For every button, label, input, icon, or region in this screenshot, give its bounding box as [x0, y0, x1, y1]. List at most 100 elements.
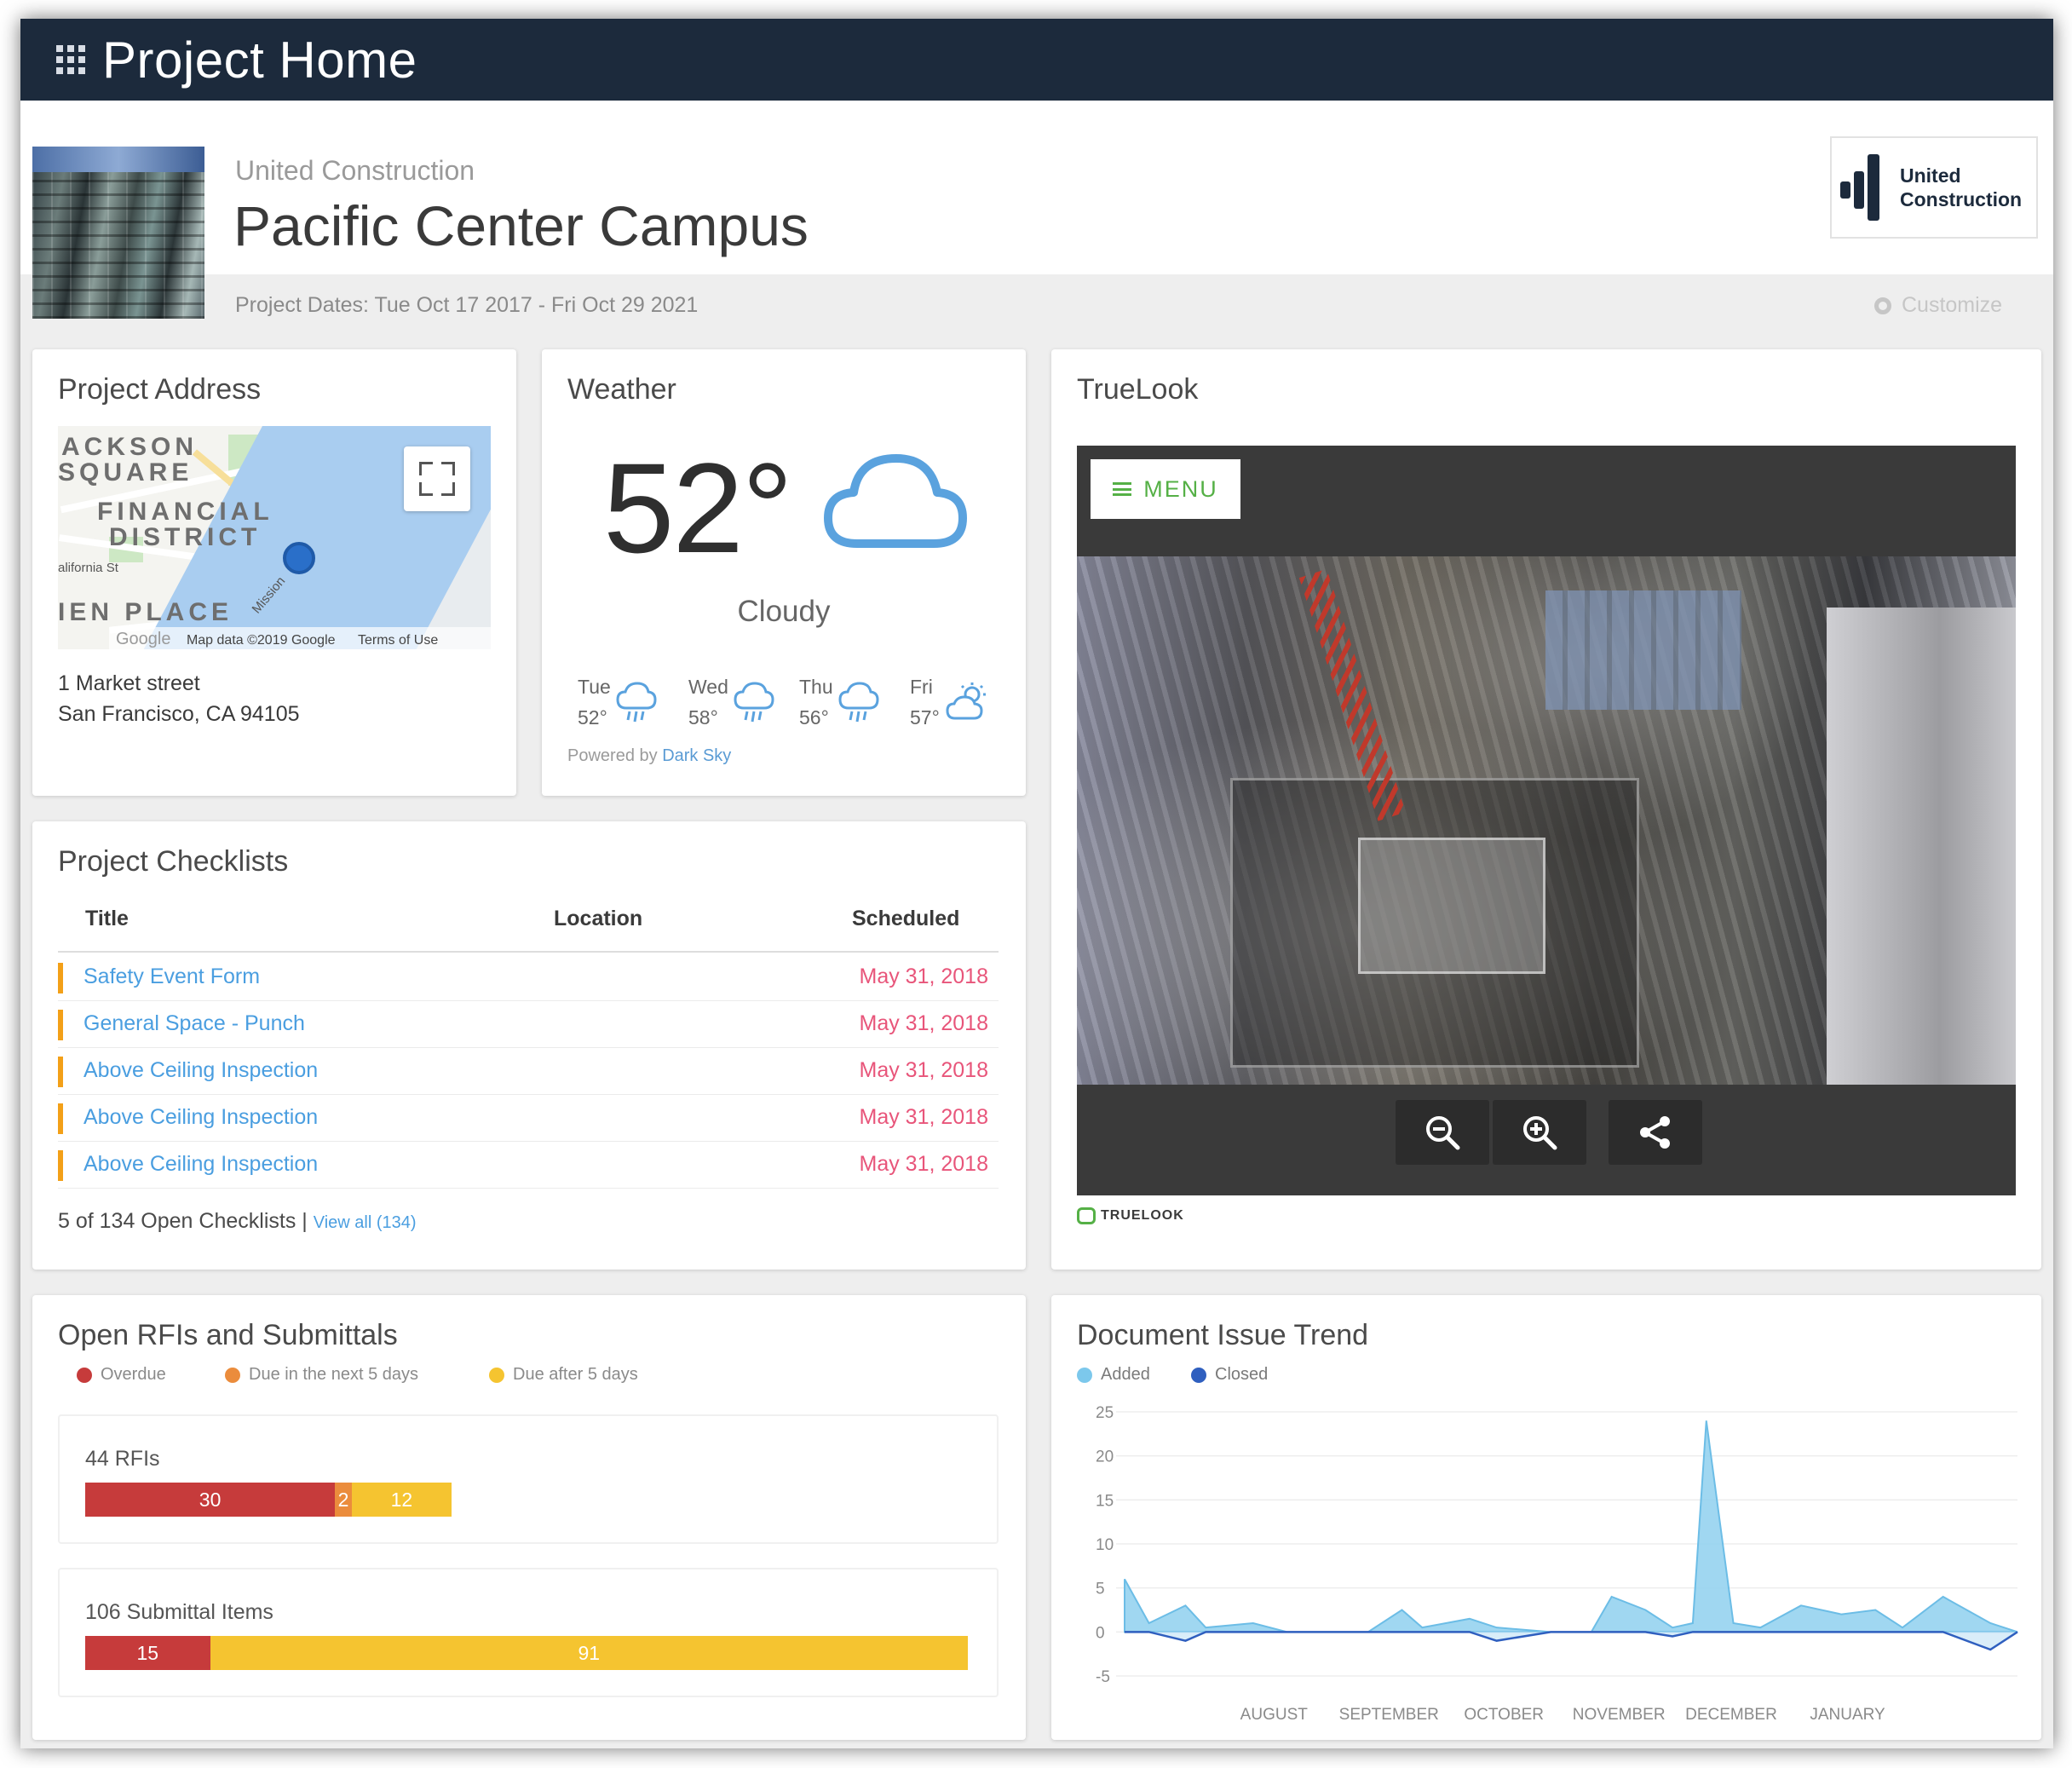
zoom-in-icon [1523, 1116, 1557, 1150]
page-frame: Project Home United Construction Pacific… [20, 19, 2053, 1748]
truelook-menu-button[interactable]: MENU [1091, 459, 1240, 519]
checklist-scheduled-date: May 31, 2018 [859, 1105, 989, 1129]
column-header-scheduled[interactable]: Scheduled [852, 907, 959, 931]
forecast-day: Fri 57° [910, 671, 1002, 733]
status-bar [58, 963, 63, 993]
series-closed-line[interactable] [1125, 1631, 2018, 1651]
camera-controls [1396, 1100, 1706, 1165]
map-label: ACKSON [61, 433, 199, 461]
truelook-camera-view[interactable]: MENU [1077, 446, 2016, 1195]
series-added-area[interactable] [1124, 1420, 2018, 1633]
truelook-title: TrueLook [1077, 373, 1199, 406]
legend-dot [77, 1367, 92, 1383]
legend-dot [225, 1367, 240, 1383]
company-logo-mark [1840, 149, 1891, 226]
forecast-day: Tue 52° [578, 671, 670, 733]
map-data-text: Map data ©2019 Google [186, 633, 336, 648]
powered-by-prefix: Powered by [567, 746, 658, 765]
construction-camera-image [1077, 556, 2016, 1085]
address-line-2: San Francisco, CA 94105 [58, 702, 300, 726]
checklist-title-link[interactable]: Safety Event Form [83, 965, 260, 989]
column-header-location[interactable]: Location [554, 907, 642, 931]
logo-line-1: United [1900, 164, 1961, 187]
table-row[interactable]: Above Ceiling Inspection May 31, 2018 [58, 1142, 999, 1189]
status-bar [58, 1057, 63, 1087]
submittals-count-label: 106 Submittal Items [85, 1600, 273, 1624]
project-checklists-card: Project Checklists Title Location Schedu… [32, 821, 1026, 1270]
bar-segment[interactable]: 12 [351, 1483, 452, 1517]
truelook-logo-icon [1077, 1207, 1096, 1224]
map-attribution: Google Map data ©2019 Google Terms of Us… [109, 627, 491, 649]
truelook-card: TrueLook MENU TRUELOOK [1051, 349, 2041, 1270]
forecast-day-temp: 52° [578, 706, 607, 729]
forecast-day-name: Tue [578, 676, 611, 698]
column-header-title[interactable]: Title [85, 907, 129, 931]
project-thumbnail [32, 147, 204, 319]
page-title: Project Home [102, 31, 417, 89]
document-issue-trend-card: Document Issue Trend Added Closed 25 20 15… [1051, 1295, 2041, 1740]
share-icon [1640, 1116, 1670, 1149]
share-button[interactable] [1609, 1100, 1702, 1165]
app-grid-icon[interactable] [56, 45, 85, 74]
y-tick-label: 15 [1096, 1492, 1114, 1510]
legend-label: Overdue [101, 1365, 166, 1384]
table-row[interactable]: Above Ceiling Inspection May 31, 2018 [58, 1048, 999, 1095]
truelook-menu-label: MENU [1143, 475, 1218, 502]
address-map[interactable]: ACKSON SQUARE FINANCIAL DISTRICT IEN PLA… [58, 426, 491, 649]
checklist-title-link[interactable]: General Space - Punch [83, 1011, 305, 1036]
bar-segment[interactable]: 15 [85, 1636, 210, 1670]
legend-item-due-later: Due after 5 days [489, 1365, 638, 1385]
table-row[interactable]: Safety Event Form May 31, 2018 [58, 954, 999, 1001]
project-address-title: Project Address [58, 373, 262, 406]
y-tick-label: -5 [1096, 1668, 1110, 1686]
x-tick-label: NOVEMBER [1573, 1706, 1666, 1724]
gear-icon [1874, 297, 1891, 314]
checklist-scheduled-date: May 31, 2018 [859, 1152, 989, 1176]
submittals-stacked-bar[interactable]: 15 91 [85, 1636, 968, 1670]
forecast-day-temp: 56° [799, 706, 829, 729]
weather-card: Weather 52° Cloudy Tue 52° Wed 58° Thu 56° … [542, 349, 1026, 796]
checklist-title-link[interactable]: Above Ceiling Inspection [83, 1152, 318, 1177]
rain-cloud-icon [616, 682, 657, 723]
checklists-title: Project Checklists [58, 845, 289, 878]
location-pin-icon [283, 542, 315, 574]
rain-cloud-icon [734, 682, 774, 723]
dark-sky-link[interactable]: Dark Sky [662, 746, 731, 765]
checklists-count: 5 of 134 Open Checklists | [58, 1209, 308, 1233]
customize-button[interactable]: Customize [1874, 293, 2002, 318]
forecast-day-temp: 57° [910, 706, 940, 729]
bar-segment[interactable]: 2 [335, 1483, 352, 1517]
legend-label: Due after 5 days [513, 1365, 638, 1384]
map-terms-link[interactable]: Terms of Use [358, 633, 438, 648]
logo-line-2: Construction [1900, 188, 2023, 210]
x-tick-label: AUGUST [1240, 1706, 1309, 1724]
fullscreen-button[interactable] [404, 446, 470, 511]
weather-forecast: Tue 52° Wed 58° Thu 56° Fri 57° [578, 671, 1002, 733]
rfis-group: 44 RFIs 30 2 12 [58, 1414, 999, 1544]
checklist-title-link[interactable]: Above Ceiling Inspection [83, 1105, 318, 1130]
company-logo: United Construction [1830, 136, 2038, 239]
checklist-title-link[interactable]: Above Ceiling Inspection [83, 1058, 318, 1083]
map-label: FINANCIAL [97, 498, 273, 526]
legend-dot [489, 1367, 504, 1383]
weather-condition: Cloudy [737, 595, 831, 628]
cloud-icon [824, 454, 967, 548]
trend-chart: 25 20 15 10 5 0 -5 AUGUST SEPTEMBER OCTOBER NOVEMB… [1096, 1404, 2018, 1724]
bar-segment[interactable]: 91 [210, 1636, 968, 1670]
legend-item-overdue: Overdue [77, 1365, 166, 1385]
y-tick-label: 25 [1096, 1404, 1114, 1422]
view-all-link[interactable]: View all (134) [314, 1213, 417, 1232]
table-row[interactable]: Above Ceiling Inspection May 31, 2018 [58, 1095, 999, 1142]
map-brand: Google [116, 630, 171, 648]
zoom-in-button[interactable] [1493, 1100, 1586, 1165]
legend-item-due-soon: Due in the next 5 days [225, 1365, 418, 1385]
table-row[interactable]: General Space - Punch May 31, 2018 [58, 1001, 999, 1048]
checklist-scheduled-date: May 31, 2018 [859, 965, 989, 988]
y-tick-label: 0 [1096, 1624, 1105, 1642]
x-tick-label: SEPTEMBER [1339, 1706, 1439, 1724]
zoom-out-button[interactable] [1396, 1100, 1489, 1165]
bar-segment[interactable]: 30 [85, 1483, 336, 1517]
project-name: Pacific Center Campus [233, 194, 809, 257]
rfis-title: Open RFIs and Submittals [58, 1319, 398, 1351]
rfis-stacked-bar[interactable]: 30 2 12 [85, 1483, 452, 1517]
